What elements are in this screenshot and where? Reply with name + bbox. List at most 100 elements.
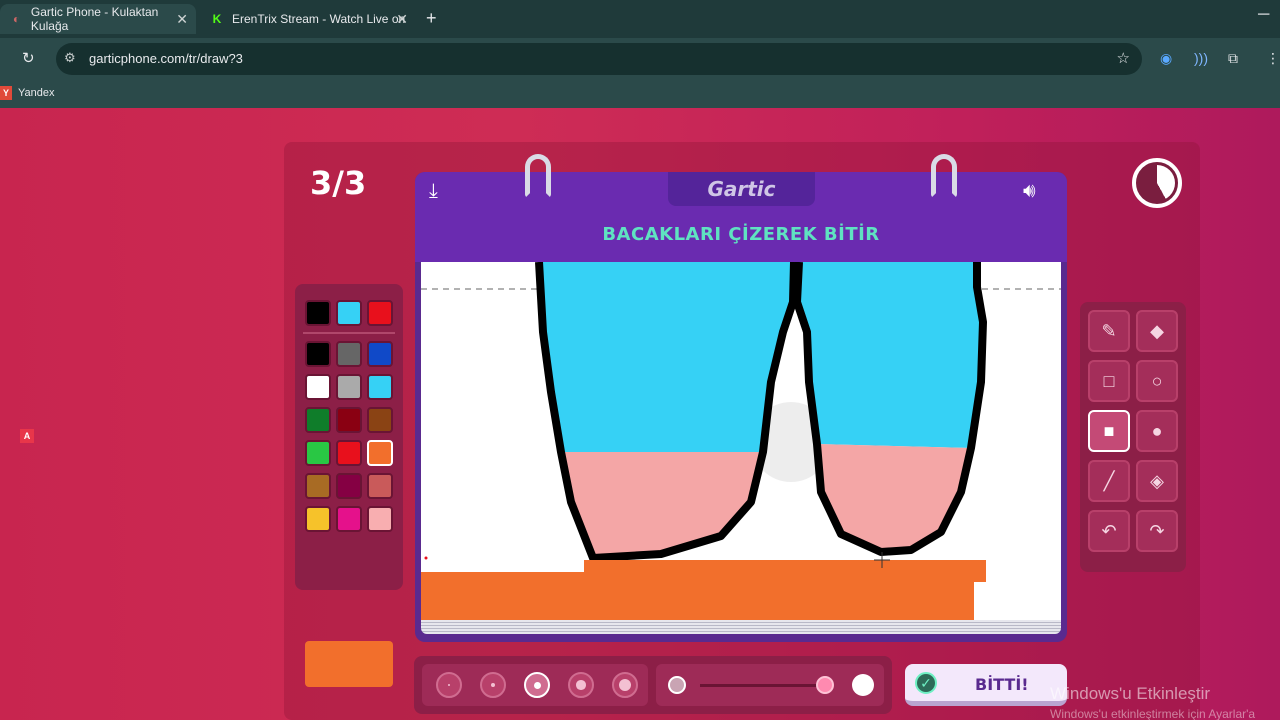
color-swatch[interactable] — [367, 300, 393, 326]
opacity-min-icon — [668, 676, 686, 694]
rectangle-filled-icon: ■ — [1103, 420, 1115, 441]
drawing-svg — [421, 262, 1061, 620]
undo-button[interactable]: ↶ — [1088, 510, 1130, 552]
line-icon: ╱ — [1103, 470, 1115, 491]
bookmark-label: Yandex — [18, 87, 55, 99]
pencil-icon: ✎ — [1101, 320, 1117, 341]
color-swatch[interactable] — [336, 341, 362, 367]
brush-size-button[interactable] — [568, 672, 594, 698]
close-tab-icon[interactable]: ✕ — [176, 11, 188, 28]
timer-fill — [1139, 165, 1175, 201]
color-swatch[interactable] — [336, 407, 362, 433]
read-aloud-icon[interactable]: ))) — [1194, 50, 1208, 66]
drawing-notebook: Gartic ⤓ 🔊︎ BACAKLARI ÇİZEREK BİTİR — [415, 154, 1067, 642]
tool-panel: ✎ ◆ □ ○ ■ ● ╱ ◈ ↶ ↷ — [1080, 302, 1186, 572]
bookmark-yandex[interactable]: Y Yandex — [0, 86, 55, 100]
color-swatch[interactable] — [367, 506, 393, 532]
notebook-pages-edge — [421, 620, 1061, 634]
color-swatch[interactable] — [305, 506, 331, 532]
reload-icon[interactable]: ↻ — [22, 49, 35, 67]
sound-icon[interactable]: 🔊︎ — [1023, 180, 1036, 203]
color-swatch[interactable] — [367, 440, 393, 466]
color-swatch[interactable] — [336, 300, 362, 326]
color-swatch[interactable] — [305, 407, 331, 433]
bookmarks-bar: Y Yandex — [0, 80, 1280, 108]
close-tab-icon[interactable]: ✕ — [396, 11, 408, 28]
new-tab-button[interactable]: + — [426, 8, 437, 29]
fill-bucket-tool[interactable]: ◈ — [1136, 460, 1178, 502]
line-tool[interactable]: ╱ — [1088, 460, 1130, 502]
color-swatch[interactable] — [367, 407, 393, 433]
round-counter: 3/3 — [310, 164, 367, 202]
brush-size-button[interactable] — [480, 672, 506, 698]
ellipse-filled-tool[interactable]: ● — [1136, 410, 1178, 452]
color-swatch[interactable] — [305, 440, 331, 466]
brush-size-button[interactable] — [524, 672, 550, 698]
current-color-preview — [305, 641, 393, 687]
pencil-tool[interactable]: ✎ — [1088, 310, 1130, 352]
drawing-instruction: BACAKLARI ÇİZEREK BİTİR — [602, 224, 880, 245]
color-palette — [295, 284, 403, 687]
stray-dot — [424, 556, 428, 560]
color-swatch[interactable] — [336, 473, 362, 499]
side-marker: A — [20, 429, 34, 443]
eraser-tool[interactable]: ◆ — [1136, 310, 1178, 352]
done-button[interactable]: ✓ BİTTİ! — [905, 664, 1067, 706]
opacity-slider-handle[interactable] — [816, 676, 835, 694]
left-pants-shape — [539, 262, 794, 452]
color-swatch[interactable] — [336, 374, 362, 400]
redo-button[interactable]: ↷ — [1136, 510, 1178, 552]
opacity-max-icon — [852, 674, 874, 696]
menu-icon[interactable]: ⋮ — [1266, 50, 1280, 67]
site-info-icon[interactable]: ⚙ — [64, 50, 76, 66]
redo-icon: ↷ — [1149, 520, 1165, 541]
yandex-icon: Y — [0, 86, 12, 100]
browser-tab-bar: ◐ Gartic Phone - Kulaktan Kulağa ✕ K Ere… — [0, 0, 1280, 38]
notebook-header: Gartic ⤓ 🔊︎ BACAKLARI ÇİZEREK BİTİR — [415, 172, 1067, 262]
windows-activation-subtitle: Windows'u etkinleştirmek için Ayarlar'a — [1050, 707, 1256, 720]
minimize-window-icon[interactable]: ─ — [1258, 6, 1269, 24]
gartic-logo: Gartic — [668, 172, 815, 206]
orange-floor-lower — [421, 572, 974, 620]
address-bar[interactable]: ⚙ garticphone.com/tr/draw?3 ☆ — [56, 43, 1142, 75]
rectangle-outline-tool[interactable]: □ — [1088, 360, 1130, 402]
extension-icon[interactable]: ◉ — [1160, 50, 1172, 67]
color-swatch[interactable] — [305, 341, 331, 367]
rectangle-filled-tool[interactable]: ■ — [1088, 410, 1130, 452]
color-swatch[interactable] — [305, 300, 331, 326]
bookmark-star-icon[interactable]: ☆ — [1117, 49, 1130, 67]
drawing-canvas[interactable] — [421, 262, 1061, 620]
opacity-control — [656, 664, 884, 706]
opacity-slider-track[interactable] — [700, 684, 832, 687]
brush-size-dot — [576, 680, 586, 690]
brush-size-button[interactable] — [436, 672, 462, 698]
brush-size-button[interactable] — [612, 672, 638, 698]
brush-size-group — [422, 664, 648, 706]
windows-activation-title: Windows'u Etkinleştir — [1050, 684, 1211, 703]
binder-ring — [525, 154, 551, 198]
tab-gartic[interactable]: ◐ Gartic Phone - Kulaktan Kulağa ✕ — [0, 4, 196, 34]
url-text: garticphone.com/tr/draw?3 — [89, 51, 243, 66]
brush-size-dot — [448, 684, 450, 686]
color-swatch[interactable] — [367, 341, 393, 367]
gartic-page: A 3/3 Gartic ⤓ 🔊︎ BACAKLARI ÇİZEREK BİTİ… — [0, 108, 1280, 720]
binder-ring — [931, 154, 957, 198]
browser-toolbar: ↻ ⚙ garticphone.com/tr/draw?3 ☆ ◉ ))) ⧉ … — [0, 38, 1280, 80]
brush-size-dot — [533, 681, 541, 689]
gartic-favicon: ◐ — [12, 12, 21, 26]
color-swatch[interactable] — [336, 506, 362, 532]
timer — [1132, 158, 1182, 208]
tab-title: ErenTrix Stream - Watch Live on — [232, 12, 406, 26]
ellipse-outline-tool[interactable]: ○ — [1136, 360, 1178, 402]
color-swatch[interactable] — [305, 374, 331, 400]
brush-options-bar — [414, 656, 892, 714]
color-swatch[interactable] — [367, 473, 393, 499]
color-swatch[interactable] — [336, 440, 362, 466]
undo-icon: ↶ — [1101, 520, 1117, 541]
color-swatch[interactable] — [305, 473, 331, 499]
extensions-puzzle-icon[interactable]: ⧉ — [1228, 50, 1238, 67]
tab-kick[interactable]: K ErenTrix Stream - Watch Live on ✕ — [200, 4, 416, 34]
color-swatch[interactable] — [367, 374, 393, 400]
download-icon[interactable]: ⤓ — [429, 180, 438, 203]
tab-title: Gartic Phone - Kulaktan Kulağa — [30, 5, 159, 33]
